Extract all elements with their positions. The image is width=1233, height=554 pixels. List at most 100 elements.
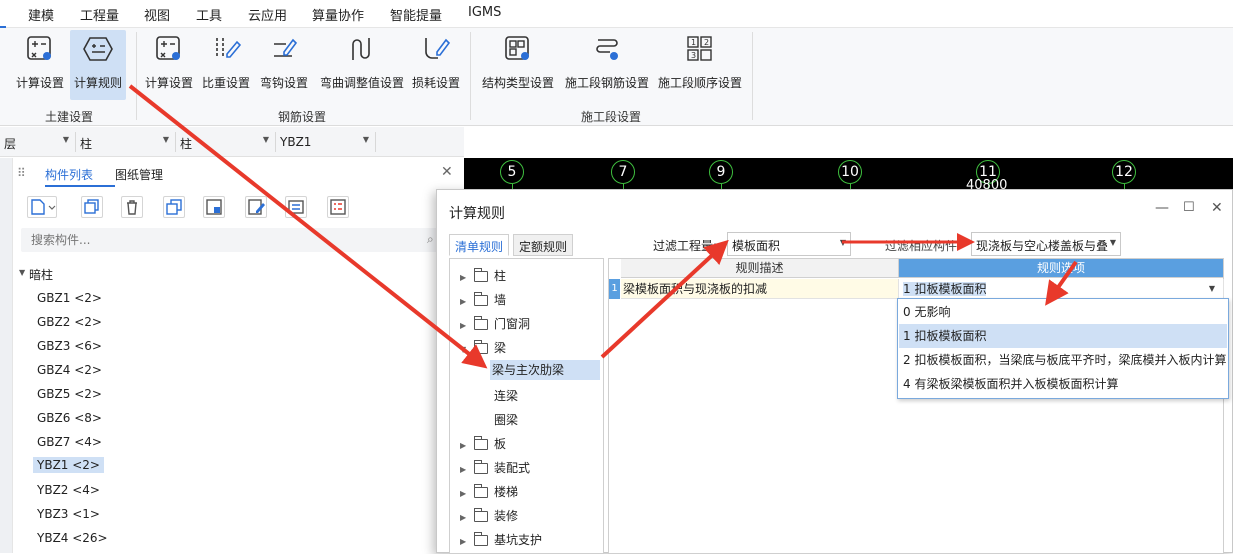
- list-item[interactable]: GBZ2 <2>: [37, 315, 102, 329]
- expand-arrow-icon: ▶: [460, 273, 467, 282]
- collapse-arrow-icon: ▼: [460, 345, 467, 354]
- tab-bill-rules[interactable]: 清单规则: [449, 234, 510, 256]
- filter-component-select[interactable]: 现浇板与空心楼盖板与叠 ▼: [971, 232, 1121, 256]
- collapse-arrow-icon[interactable]: ▼: [19, 268, 25, 277]
- list-item[interactable]: GBZ6 <8>: [37, 411, 102, 425]
- section-rebar-settings-button[interactable]: 施工段钢筋设置: [562, 30, 652, 100]
- menu-item-smart[interactable]: 智能提量: [390, 5, 442, 24]
- close-icon[interactable]: ✕: [441, 164, 453, 180]
- list-item[interactable]: YBZ4 <26>: [37, 531, 108, 545]
- tree-item-ring-beam[interactable]: 圈梁: [494, 411, 518, 428]
- filter-quantity-select[interactable]: 模板面积 ▼: [727, 232, 851, 256]
- properties-button[interactable]: [285, 196, 307, 218]
- new-file-icon: [31, 199, 56, 215]
- tab-drawing-management[interactable]: 图纸管理: [115, 166, 163, 183]
- bend-adjust-settings-button[interactable]: 弯曲调整值设置: [316, 30, 408, 100]
- floor-select[interactable]: 层 ▼: [0, 132, 76, 152]
- list-item[interactable]: YBZ2 <4>: [37, 483, 100, 497]
- dropdown-option[interactable]: 4 有梁板梁模板面积并入板模板面积计算: [899, 372, 1227, 396]
- list-item[interactable]: GBZ5 <2>: [37, 387, 102, 401]
- tree-item-slab[interactable]: ▶ 板: [460, 435, 506, 452]
- section-rebar-icon: [596, 39, 618, 60]
- dropdown-arrow-icon: ▼: [62, 135, 69, 144]
- menu-item-igms[interactable]: IGMS: [468, 5, 501, 20]
- tree-item-beam[interactable]: ▼ 梁: [460, 339, 506, 356]
- structure-grid-icon: [505, 36, 529, 60]
- expand-arrow-icon: ▶: [460, 537, 467, 546]
- tree-item-prefab[interactable]: ▶ 装配式: [460, 459, 530, 476]
- ribbon-separator: [470, 32, 471, 120]
- component-type-select[interactable]: 柱 ▼: [76, 132, 176, 152]
- expand-arrow-icon: ▶: [460, 441, 467, 450]
- list-settings-button[interactable]: [327, 196, 349, 218]
- menu-item-quantity[interactable]: 工程量: [80, 5, 119, 24]
- rebar-calc-settings-button[interactable]: 计算设置: [142, 30, 196, 100]
- tree-item-stairs[interactable]: ▶ 楼梯: [460, 483, 518, 500]
- civil-calc-settings-button[interactable]: 计算设置: [12, 30, 68, 100]
- list-item[interactable]: GBZ3 <6>: [37, 339, 102, 353]
- ribbon-separator: [752, 32, 753, 120]
- menu-item-cloud[interactable]: 云应用: [248, 5, 287, 24]
- edit-component-button[interactable]: [245, 196, 267, 218]
- drag-handle-icon[interactable]: ⠿: [17, 166, 26, 180]
- menu-item-modeling[interactable]: 建模: [28, 5, 54, 24]
- dropdown-arrow-icon: ▼: [162, 135, 169, 144]
- dropdown-option[interactable]: 2 扣板模板面积，当梁底与板底平齐时，梁底模并入板内计算: [899, 348, 1227, 372]
- tab-quota-rules[interactable]: 定额规则: [513, 234, 574, 256]
- svg-text:3: 3: [691, 51, 696, 60]
- rule-description-cell[interactable]: 梁模板面积与现浇板的扣减: [621, 279, 899, 299]
- tree-item-openings[interactable]: ▶ 门窗洞: [460, 315, 530, 332]
- list-item[interactable]: YBZ3 <1>: [37, 507, 100, 521]
- tree-item-pit-support[interactable]: ▶ 基坑支护: [460, 531, 542, 548]
- menu-item-view[interactable]: 视图: [144, 5, 170, 24]
- svg-text:1: 1: [691, 38, 696, 47]
- list-item[interactable]: GBZ7 <4>: [37, 435, 102, 449]
- maximize-icon[interactable]: ☐: [1183, 200, 1195, 215]
- copy-component-button[interactable]: [81, 196, 103, 218]
- section-order-settings-button[interactable]: 1 2 3 施工段顺序设置: [656, 30, 744, 100]
- new-component-button[interactable]: [27, 196, 57, 218]
- axis-label: 7: [611, 160, 635, 184]
- tree-item-column[interactable]: ▶ 柱: [460, 267, 506, 284]
- list-item-selected[interactable]: YBZ1 <2>: [33, 457, 104, 473]
- delete-component-button[interactable]: [121, 196, 143, 218]
- structure-type-settings-button[interactable]: 结构类型设置: [478, 30, 558, 100]
- density-settings-button[interactable]: 比重设置: [200, 30, 252, 100]
- bend-curve-icon: [352, 38, 370, 60]
- calc-rules-icon: [83, 37, 113, 61]
- active-tab-indicator: [45, 185, 115, 187]
- tree-item-wall[interactable]: ▶ 墙: [460, 291, 506, 308]
- minimize-icon[interactable]: —: [1155, 200, 1169, 216]
- dropdown-arrow-icon[interactable]: ▼: [1209, 279, 1215, 299]
- expand-arrow-icon: ▶: [460, 465, 467, 474]
- layer-copy-button[interactable]: [163, 196, 185, 218]
- component-name-select[interactable]: YBZ1 ▼: [276, 132, 376, 152]
- dropdown-option-selected[interactable]: 1 扣板模板面积: [899, 324, 1227, 348]
- component-subtype-select[interactable]: 柱 ▼: [176, 132, 276, 152]
- search-icon[interactable]: ⌕: [427, 232, 434, 247]
- tree-category-hidden-column[interactable]: 暗柱: [29, 266, 53, 283]
- component-search-input[interactable]: [21, 228, 441, 252]
- expand-arrow-icon: ▶: [460, 297, 467, 306]
- civil-calc-rules-button[interactable]: 计算规则: [70, 30, 126, 100]
- save-component-button[interactable]: [203, 196, 225, 218]
- rule-option-cell[interactable]: 1 扣板模板面积 ▼: [899, 279, 1224, 299]
- dropdown-option[interactable]: 0 无影响: [899, 300, 1227, 324]
- loss-settings-button[interactable]: 损耗设置: [410, 30, 462, 100]
- tab-component-list[interactable]: 构件列表: [45, 166, 93, 183]
- list-item[interactable]: GBZ1 <2>: [37, 291, 102, 305]
- folder-icon: [474, 460, 488, 474]
- tree-item-beam-ribs[interactable]: 梁与主次肋梁: [490, 360, 600, 380]
- list-item[interactable]: GBZ4 <2>: [37, 363, 102, 377]
- folder-icon: [474, 316, 488, 330]
- menu-item-collab[interactable]: 算量协作: [312, 5, 364, 24]
- folder-icon: [474, 484, 488, 498]
- hook-settings-button[interactable]: 弯钩设置: [256, 30, 312, 100]
- rule-option-value: 1 扣板模板面积: [903, 282, 987, 296]
- menu-item-tools[interactable]: 工具: [196, 5, 222, 24]
- tree-item-coupling-beam[interactable]: 连梁: [494, 387, 518, 404]
- tree-item-decoration[interactable]: ▶ 装修: [460, 507, 518, 524]
- close-icon[interactable]: ✕: [1211, 200, 1223, 216]
- list-icon: [330, 199, 346, 215]
- left-dock-strip: [0, 158, 12, 553]
